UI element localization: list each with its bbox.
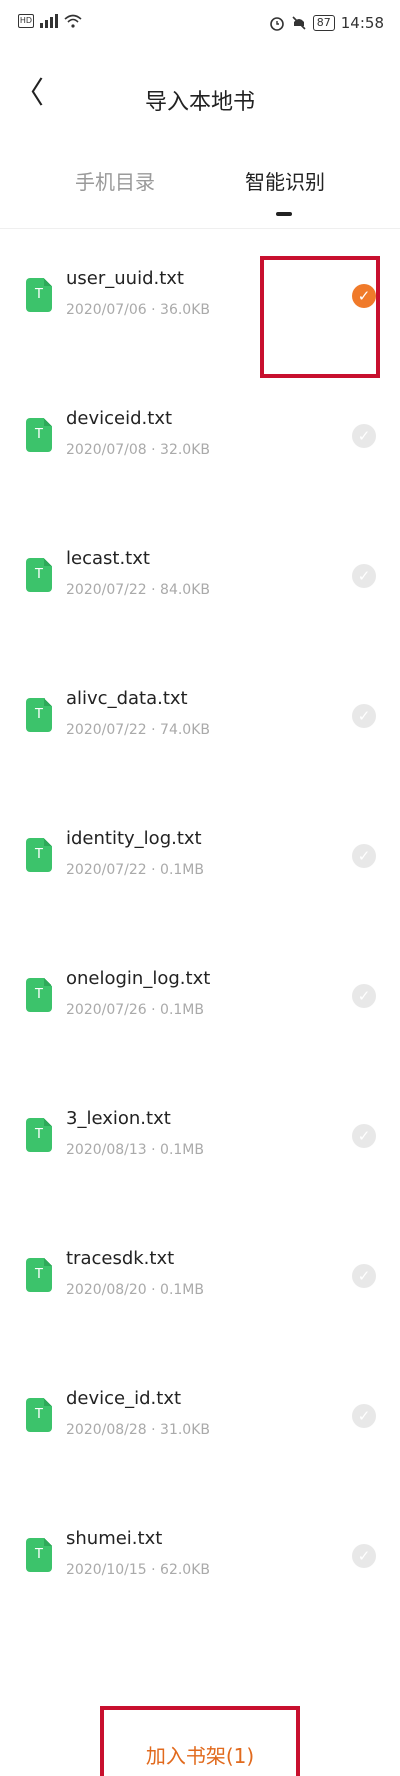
status-bar: HD 87 14:58: [0, 0, 400, 50]
file-row[interactable]: T shumei.txt 2020/10/15 · 62.0KB ✓: [0, 1490, 400, 1630]
txt-file-icon: T: [26, 1398, 52, 1432]
page-title: 导入本地书: [144, 90, 255, 115]
file-meta: 2020/07/22 · 84.0KB: [66, 582, 210, 598]
tab-smart-recognition[interactable]: 智能识别: [230, 166, 340, 195]
file-name: deviceid.txt: [66, 408, 173, 429]
txt-file-icon: T: [26, 978, 52, 1012]
file-meta: 2020/07/22 · 74.0KB: [66, 722, 210, 738]
annotation-highlight-box: [260, 256, 380, 378]
select-checkbox[interactable]: ✓: [352, 1404, 376, 1428]
select-checkbox[interactable]: ✓: [352, 704, 376, 728]
file-meta: 2020/07/06 · 36.0KB: [66, 302, 210, 318]
file-name: shumei.txt: [66, 1528, 163, 1549]
txt-file-icon: T: [26, 558, 52, 592]
txt-file-icon: T: [26, 1538, 52, 1572]
file-name: tracesdk.txt: [66, 1248, 175, 1269]
file-meta: 2020/08/13 · 0.1MB: [66, 1142, 204, 1158]
add-to-shelf-button[interactable]: 加入书架(1): [104, 1740, 296, 1769]
txt-file-icon: T: [26, 278, 52, 312]
txt-file-icon: T: [26, 698, 52, 732]
file-name: lecast.txt: [66, 548, 150, 569]
txt-file-icon: T: [26, 418, 52, 452]
select-checkbox[interactable]: ✓: [352, 984, 376, 1008]
file-name: onelogin_log.txt: [66, 968, 211, 989]
divider: [0, 228, 400, 229]
file-meta: 2020/07/08 · 32.0KB: [66, 442, 210, 458]
tab-active-indicator: [276, 212, 292, 216]
file-meta: 2020/08/28 · 31.0KB: [66, 1422, 210, 1438]
file-meta: 2020/10/15 · 62.0KB: [66, 1562, 210, 1578]
mute-icon: [292, 16, 306, 30]
file-name: identity_log.txt: [66, 828, 202, 849]
file-meta: 2020/07/26 · 0.1MB: [66, 1002, 204, 1018]
file-meta: 2020/07/22 · 0.1MB: [66, 862, 204, 878]
select-checkbox[interactable]: ✓: [352, 1124, 376, 1148]
txt-file-icon: T: [26, 838, 52, 872]
tab-phone-directory[interactable]: 手机目录: [60, 166, 170, 195]
file-row[interactable]: T device_id.txt 2020/08/28 · 31.0KB ✓: [0, 1350, 400, 1490]
select-checkbox[interactable]: ✓: [352, 844, 376, 868]
txt-file-icon: T: [26, 1118, 52, 1152]
status-right: 87 14:58: [269, 14, 384, 32]
select-checkbox[interactable]: ✓: [352, 1544, 376, 1568]
select-checkbox[interactable]: ✓: [352, 424, 376, 448]
file-name: 3_lexion.txt: [66, 1108, 171, 1129]
tab-bar: 手机目录 智能识别: [0, 160, 400, 230]
file-row[interactable]: T lecast.txt 2020/07/22 · 84.0KB ✓: [0, 510, 400, 650]
select-checkbox[interactable]: ✓: [352, 1264, 376, 1288]
select-checkbox[interactable]: ✓: [352, 564, 376, 588]
wifi-icon: [64, 14, 82, 28]
file-row[interactable]: T deviceid.txt 2020/07/08 · 32.0KB ✓: [0, 370, 400, 510]
file-row[interactable]: T tracesdk.txt 2020/08/20 · 0.1MB ✓: [0, 1210, 400, 1350]
nav-bar: 〈 导入本地书: [0, 70, 400, 130]
status-left: HD: [18, 14, 82, 28]
alarm-icon: [269, 17, 284, 31]
file-row[interactable]: T alivc_data.txt 2020/07/22 · 74.0KB ✓: [0, 650, 400, 790]
file-name: alivc_data.txt: [66, 688, 188, 709]
battery-level: 87: [312, 15, 335, 31]
txt-file-icon: T: [26, 1258, 52, 1292]
file-row[interactable]: T identity_log.txt 2020/07/22 · 0.1MB ✓: [0, 790, 400, 930]
file-row[interactable]: T onelogin_log.txt 2020/07/26 · 0.1MB ✓: [0, 930, 400, 1070]
file-name: user_uuid.txt: [66, 268, 184, 289]
file-row[interactable]: T 3_lexion.txt 2020/08/13 · 0.1MB ✓: [0, 1070, 400, 1210]
file-name: device_id.txt: [66, 1388, 182, 1409]
signal-icon: [40, 14, 58, 28]
status-time: 14:58: [340, 14, 384, 32]
file-meta: 2020/08/20 · 0.1MB: [66, 1282, 204, 1298]
hd-icon: HD: [18, 14, 34, 28]
add-to-shelf-button-frame: 加入书架(1): [100, 1706, 300, 1776]
